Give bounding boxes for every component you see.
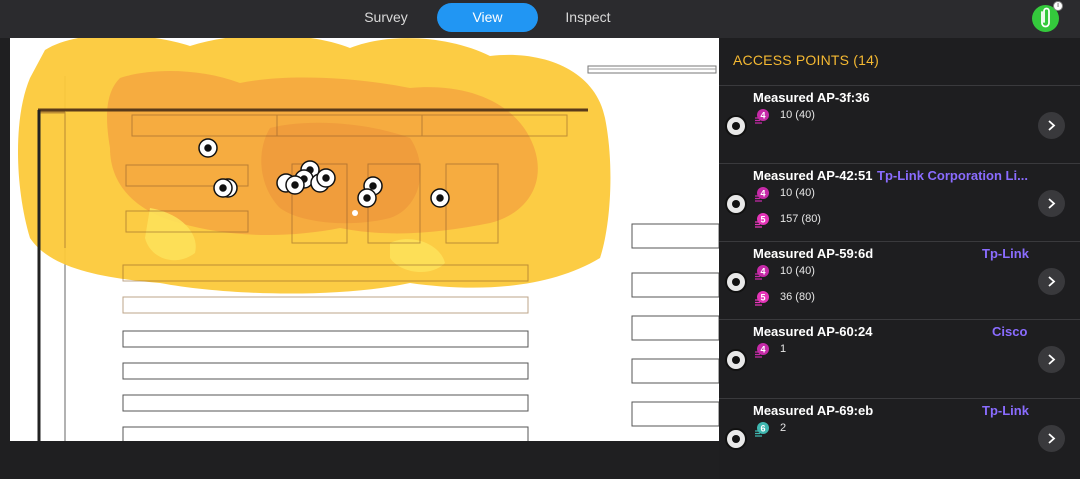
svg-text:4: 4 (760, 111, 765, 121)
tab-inspect[interactable]: Inspect (538, 3, 638, 32)
svg-text:6: 6 (760, 424, 765, 434)
chevron-right-button[interactable] (1038, 112, 1065, 139)
ap-marker-icon (285, 175, 305, 195)
chevron-right-icon (1048, 276, 1056, 287)
svg-text:5: 5 (760, 215, 765, 225)
ap-marker-icon (357, 188, 377, 208)
floor-plan-map[interactable] (10, 38, 719, 441)
ap-name: Measured AP-42:51 (753, 168, 873, 183)
ap-list-item[interactable]: Measured AP-59:6d Tp-Link 4 10 (40) 5 36… (719, 241, 1080, 319)
chevron-right-icon (1048, 120, 1056, 131)
ap-vendor: Tp-Link Corporation Li... (877, 168, 1028, 183)
tab-view[interactable]: View (437, 3, 538, 32)
ap-list-item[interactable]: Measured AP-60:24 Cisco 4 1 (719, 319, 1080, 397)
ap-vendor: Cisco (992, 324, 1028, 339)
band-value: 10 (40) (780, 265, 815, 277)
chevron-right-icon (1048, 433, 1056, 444)
band-5-icon: 5 (755, 213, 769, 228)
ap-marker-icon (430, 188, 450, 208)
band-value: 36 (80) (780, 291, 815, 303)
ap-list-item[interactable]: Measured AP-42:51 Tp-Link Corporation Li… (719, 163, 1080, 241)
app-logo-avatar[interactable]: i (1032, 1, 1063, 32)
svg-text:4: 4 (760, 267, 765, 277)
band-value: 10 (40) (780, 187, 815, 199)
band-value: 2 (780, 422, 787, 434)
band-4-icon: 4 (755, 109, 769, 124)
band-4-icon: 4 (755, 265, 769, 280)
ap-marker-icon (316, 168, 336, 188)
floor-plan-svg[interactable] (10, 38, 719, 441)
position-dot (352, 210, 358, 216)
band-value: 10 (40) (780, 109, 815, 121)
ap-bullseye-icon (725, 193, 747, 215)
notification-badge[interactable]: i (1053, 1, 1063, 11)
ap-name: Measured AP-3f:36 (753, 90, 870, 105)
ap-vendor: Tp-Link (982, 403, 1029, 418)
chevron-right-icon (1048, 198, 1056, 209)
ap-bullseye-icon (725, 115, 747, 137)
chevron-right-button[interactable] (1038, 346, 1065, 373)
ap-marker-icon (213, 178, 233, 198)
band-4-icon: 4 (755, 187, 769, 202)
ap-bullseye-icon (725, 428, 747, 450)
ap-marker-icon (198, 138, 218, 158)
chevron-right-button[interactable] (1038, 190, 1065, 217)
tab-survey[interactable]: Survey (336, 3, 436, 32)
svg-text:5: 5 (760, 293, 765, 303)
ap-list-item[interactable]: Measured AP-3f:36 4 10 (40) (719, 85, 1080, 163)
svg-text:4: 4 (760, 345, 765, 355)
chevron-right-icon (1048, 354, 1056, 365)
ap-list-item[interactable]: Measured AP-69:eb Tp-Link 6 2 (719, 398, 1080, 476)
ap-name: Measured AP-60:24 (753, 324, 873, 339)
chevron-right-button[interactable] (1038, 425, 1065, 452)
panel-title: ACCESS POINTS (14) (733, 52, 879, 68)
ap-vendor: Tp-Link (982, 246, 1029, 261)
ap-bullseye-icon (725, 271, 747, 293)
band-4-icon: 4 (755, 343, 769, 358)
access-points-panel: ACCESS POINTS (14) Measured AP-3f:36 4 1… (719, 38, 1080, 479)
band-5-icon: 5 (755, 291, 769, 306)
svg-text:4: 4 (760, 189, 765, 199)
band-value: 1 (780, 343, 787, 355)
top-bar: Survey View Inspect i (0, 0, 1080, 38)
ap-bullseye-icon (725, 349, 747, 371)
ap-name: Measured AP-59:6d (753, 246, 874, 261)
band-6-icon: 6 (755, 422, 769, 437)
ap-name: Measured AP-69:eb (753, 403, 874, 418)
band-value: 157 (80) (780, 213, 821, 225)
app-window: Survey View Inspect i ACCESS POINTS (14)… (0, 0, 1080, 479)
chevron-right-button[interactable] (1038, 268, 1065, 295)
